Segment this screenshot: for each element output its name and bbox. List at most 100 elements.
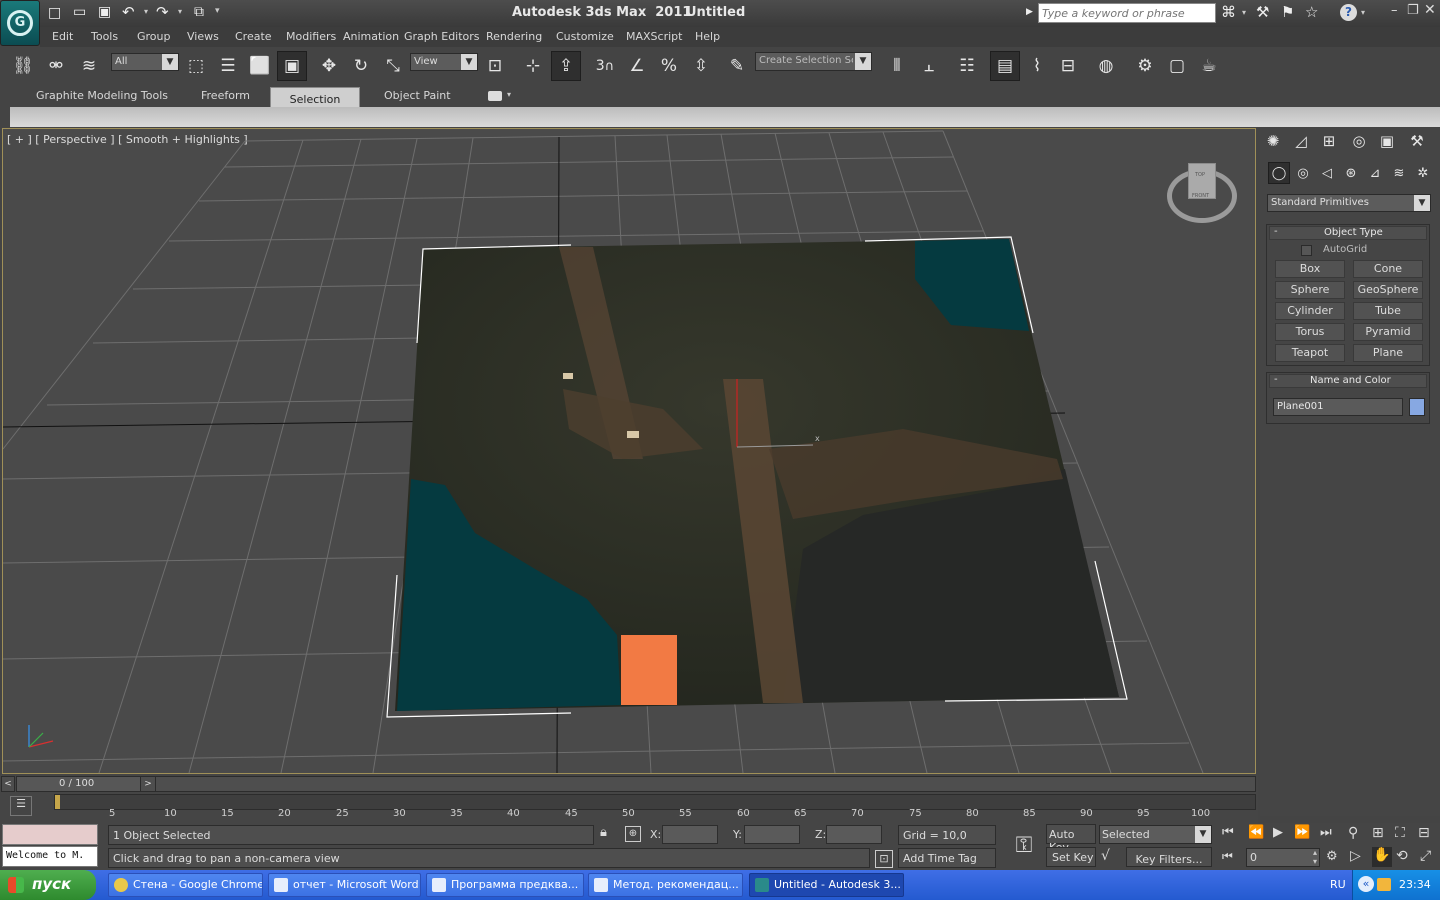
select-and-scale-icon[interactable]: ⤡ <box>378 51 408 81</box>
key-mode-toggle-icon[interactable]: ⏮ <box>1222 849 1233 864</box>
create-tab-icon[interactable]: ✺ <box>1260 128 1286 154</box>
maximize-viewport-icon[interactable]: ⤢ <box>1420 848 1431 864</box>
systems-icon[interactable]: ✲ <box>1412 162 1434 184</box>
time-slider-track[interactable]: 0 / 100 <box>16 776 1256 792</box>
tube-button[interactable]: Tube <box>1353 302 1423 320</box>
redo-icon[interactable]: ↷ <box>156 3 169 21</box>
spinner-snap-icon[interactable]: ⇳ <box>686 51 716 81</box>
selection-filter-dropdown[interactable]: All ▼ <box>111 53 179 71</box>
start-button[interactable]: пуск <box>0 870 96 900</box>
add-time-tag-field[interactable]: Add Time Tag <box>898 848 996 868</box>
name-and-color-header[interactable]: - Name and Color <box>1269 374 1427 388</box>
ribbon-dropdown-icon[interactable]: ▾ <box>507 90 511 99</box>
zoom-all-icon[interactable]: ⊞ <box>1372 825 1384 841</box>
box-button[interactable]: Box <box>1275 260 1345 278</box>
shapes-icon[interactable]: ◎ <box>1292 162 1314 184</box>
tab-object-paint[interactable]: Object Paint <box>384 89 451 102</box>
y-coordinate-field[interactable] <box>744 825 800 844</box>
lights-icon[interactable]: ◁ <box>1316 162 1338 184</box>
subscription-icon[interactable]: ⚒ <box>1256 3 1269 21</box>
zoom-extents-all-icon[interactable]: ⊟ <box>1418 825 1430 841</box>
absolute-mode-icon[interactable]: ⊕ <box>625 826 641 842</box>
named-selection-dropdown[interactable]: Create Selection Se ▼ <box>755 52 872 71</box>
menu-group[interactable]: Group <box>137 30 171 43</box>
angle-snap-icon[interactable]: ∠ <box>622 51 652 81</box>
menu-edit[interactable]: Edit <box>52 30 73 43</box>
perspective-viewport[interactable]: [ + ] [ Perspective ] [ Smooth + Highlig… <box>2 128 1256 774</box>
z-coordinate-field[interactable] <box>826 825 882 844</box>
key-mode-dropdown[interactable]: Selected ▼ <box>1099 825 1212 844</box>
snaps-toggle-icon[interactable]: 3 ∩ <box>590 51 620 81</box>
object-type-header[interactable]: - Object Type <box>1269 226 1427 240</box>
primitive-category-dropdown[interactable]: Standard Primitives ▼ <box>1267 194 1431 212</box>
mirror-icon[interactable]: ⫴ <box>882 51 912 81</box>
time-configuration-icon[interactable]: ⚙ <box>1326 849 1338 864</box>
undo-dropdown-icon[interactable]: ▾ <box>144 7 148 16</box>
communication-center-icon[interactable]: ⚑ <box>1281 3 1294 21</box>
graphite-ribbon-icon[interactable]: ▤ <box>990 51 1020 81</box>
edit-named-selection-icon[interactable]: ✎ <box>722 51 752 81</box>
select-object-icon[interactable]: ⬚ <box>181 51 211 81</box>
open-file-icon[interactable]: ▭ <box>73 4 86 20</box>
helpers-icon[interactable]: ⊿ <box>1364 162 1386 184</box>
geosphere-button[interactable]: GeoSphere <box>1353 281 1423 299</box>
menu-customize[interactable]: Customize <box>556 30 614 43</box>
modify-tab-icon[interactable]: ◿ <box>1288 128 1314 154</box>
search-input[interactable] <box>1038 3 1216 23</box>
unlink-selection-icon[interactable]: ⚮ <box>41 51 71 81</box>
render-production-icon[interactable]: ☕ <box>1194 51 1224 81</box>
play-icon[interactable]: ▶ <box>1273 825 1283 840</box>
save-file-icon[interactable]: ▣ <box>98 4 111 20</box>
tab-freeform[interactable]: Freeform <box>201 89 250 102</box>
menu-rendering[interactable]: Rendering <box>486 30 542 43</box>
geometry-icon[interactable]: ◯ <box>1268 162 1290 184</box>
redo-dropdown-icon[interactable]: ▾ <box>178 7 182 16</box>
select-and-move-icon[interactable]: ✥ <box>314 51 344 81</box>
rectangular-selection-icon[interactable]: ⬜ <box>245 51 275 81</box>
select-and-link-icon[interactable]: ⛓ <box>8 51 38 81</box>
tab-graphite-modeling-tools[interactable]: Graphite Modeling Tools <box>36 89 168 102</box>
window-crossing-icon[interactable]: ▣ <box>277 51 307 81</box>
current-frame-marker[interactable] <box>55 795 60 809</box>
zoom-icon[interactable]: ⚲ <box>1348 825 1358 841</box>
set-keys-key-icon[interactable]: ⚿ <box>1006 833 1042 861</box>
manipulate-icon[interactable]: ⊹ <box>518 51 548 81</box>
maxscript-mini-listener[interactable]: Welcome to M. <box>2 846 98 867</box>
select-and-rotate-icon[interactable]: ↻ <box>346 51 376 81</box>
percent-snap-icon[interactable]: % <box>654 51 684 81</box>
object-color-swatch[interactable] <box>1409 398 1425 416</box>
track-bar-icon[interactable]: ☰ <box>10 796 32 816</box>
menu-maxscript[interactable]: MAXScript <box>626 30 682 43</box>
viewcube[interactable]: TOP FRONT <box>1167 163 1237 223</box>
current-frame-field[interactable]: 0 ▴ ▾ <box>1246 848 1320 867</box>
next-frame-icon[interactable]: ⏩ <box>1294 825 1310 840</box>
field-of-view-icon[interactable]: ▷ <box>1350 848 1361 864</box>
tab-selection[interactable]: Selection <box>270 87 360 107</box>
maxscript-mini-listener-top[interactable] <box>2 824 98 845</box>
cone-button[interactable]: Cone <box>1353 260 1423 278</box>
language-indicator[interactable]: RU <box>1330 878 1346 891</box>
close-icon[interactable]: ✕ <box>1424 2 1436 18</box>
default-tangent-icon[interactable]: √ <box>1101 848 1110 864</box>
cylinder-button[interactable]: Cylinder <box>1275 302 1345 320</box>
track-bar[interactable] <box>54 794 1256 810</box>
render-setup-icon[interactable]: ⚙ <box>1130 51 1160 81</box>
auto-key-button[interactable]: Auto Key <box>1046 824 1096 854</box>
display-tab-icon[interactable]: ▣ <box>1374 128 1400 154</box>
go-to-end-icon[interactable]: ⏭ <box>1320 825 1332 840</box>
taskbar-word-report[interactable]: отчет - Microsoft Word <box>268 873 421 897</box>
tray-network-icon[interactable] <box>1377 878 1391 891</box>
orbit-icon[interactable]: ⟲ <box>1396 848 1408 864</box>
rendered-frame-window-icon[interactable]: ▢ <box>1162 51 1192 81</box>
help-icon[interactable]: ? <box>1340 4 1357 21</box>
go-to-start-icon[interactable]: ⏮ <box>1222 825 1234 840</box>
key-filters-button[interactable]: Key Filters... <box>1126 847 1212 867</box>
ribbon-minimize-icon[interactable] <box>488 91 502 101</box>
help-dropdown-icon[interactable]: ▾ <box>1361 8 1365 17</box>
pyramid-button[interactable]: Pyramid <box>1353 323 1423 341</box>
tray-expand-icon[interactable]: « <box>1358 876 1374 892</box>
minimize-icon[interactable]: – <box>1391 3 1398 18</box>
pivot-center-icon[interactable]: ⊡ <box>480 51 510 81</box>
zoom-extents-icon[interactable]: ⛶ <box>1395 825 1405 841</box>
hierarchy-tab-icon[interactable]: ⊞ <box>1316 128 1342 154</box>
